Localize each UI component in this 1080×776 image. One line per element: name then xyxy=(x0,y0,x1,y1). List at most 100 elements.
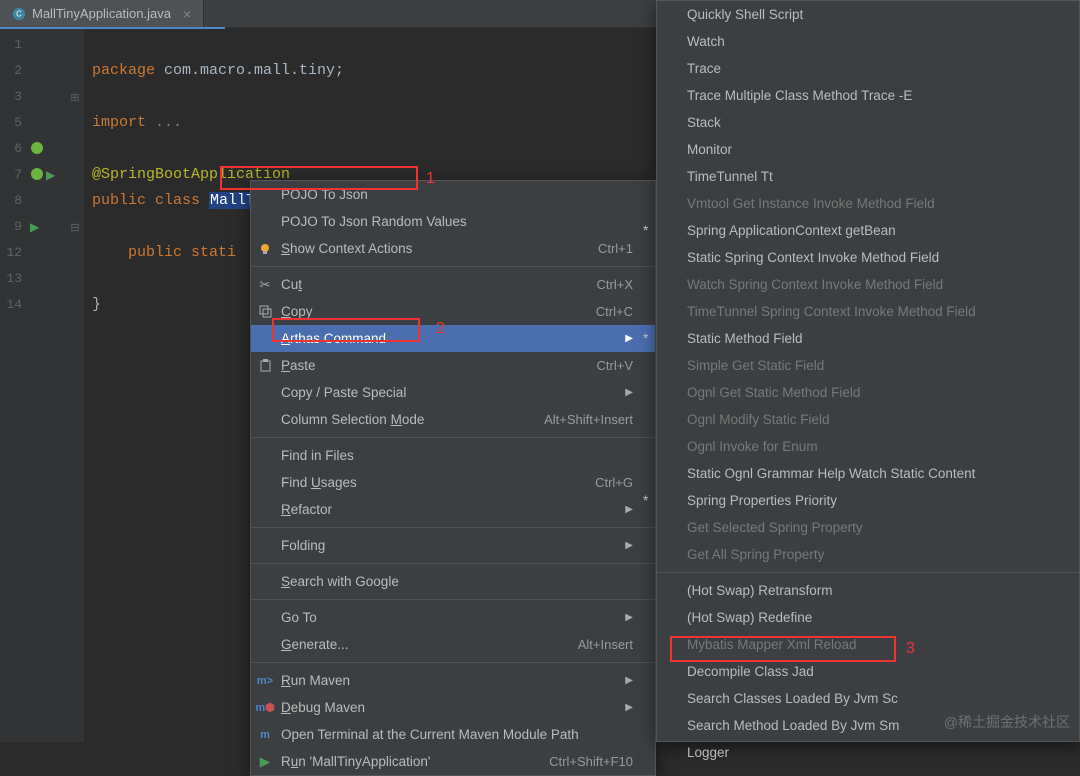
submenu-arrow-icon: ▶ xyxy=(625,702,633,713)
menu-item[interactable]: (Hot Swap) Retransform xyxy=(657,577,1079,604)
menu-item: Ognl Modify Static Field xyxy=(657,406,1079,433)
menu-item[interactable]: PasteCtrl+V xyxy=(251,352,655,379)
menu-item[interactable]: Quickly Shell Script xyxy=(657,1,1079,28)
menu-item[interactable]: Logger xyxy=(657,739,1079,766)
menu-item: Watch Spring Context Invoke Method Field xyxy=(657,271,1079,298)
menu-item-label: Spring ApplicationContext getBean xyxy=(687,223,1057,238)
menu-item-label: Spring Properties Priority xyxy=(687,493,1057,508)
menu-item[interactable]: Refactor▶ xyxy=(251,496,655,523)
menu-item[interactable]: Go To ▶ xyxy=(251,604,655,631)
menu-item: Get Selected Spring Property xyxy=(657,514,1079,541)
submenu-arrow-icon: ▶ xyxy=(625,675,633,686)
annotation-number-2: 2 xyxy=(436,320,445,338)
context-menu-main: POJO To JsonPOJO To Json Random ValuesSh… xyxy=(250,180,656,776)
menu-shortcut: Ctrl+C xyxy=(596,304,633,319)
menu-item: TimeTunnel Spring Context Invoke Method … xyxy=(657,298,1079,325)
close-tab-icon[interactable]: × xyxy=(183,6,191,22)
menu-item[interactable]: Folding▶ xyxy=(251,532,655,559)
submenu-arrow-icon: ▶ xyxy=(625,612,633,623)
menu-item[interactable]: POJO To Json Random Values xyxy=(251,208,655,235)
menu-item-label: TimeTunnel Tt xyxy=(687,169,1057,184)
menu-item[interactable]: Monitor xyxy=(657,136,1079,163)
menu-item[interactable]: *Spring ApplicationContext getBean xyxy=(657,217,1079,244)
code-line xyxy=(92,322,101,339)
spring-gutter-icon[interactable] xyxy=(30,167,44,184)
menu-item[interactable]: TimeTunnel Tt xyxy=(657,163,1079,190)
menu-item[interactable]: Copy / Paste Special▶ xyxy=(251,379,655,406)
menu-shortcut: Ctrl+Shift+F10 xyxy=(549,754,633,769)
menu-item[interactable]: Generate...Alt+Insert xyxy=(251,631,655,658)
menu-item[interactable]: Static Ognl Grammar Help Watch Static Co… xyxy=(657,460,1079,487)
menu-shortcut: Ctrl+G xyxy=(595,475,633,490)
menu-item-label: Watch xyxy=(687,34,1057,49)
paste-icon xyxy=(257,358,273,374)
menu-item[interactable]: Decompile Class Jad xyxy=(657,658,1079,685)
menu-item[interactable]: Trace xyxy=(657,55,1079,82)
annotation-box-2 xyxy=(272,318,420,342)
menu-item: Simple Get Static Field xyxy=(657,352,1079,379)
group-marker-icon: * xyxy=(643,493,648,508)
submenu-arrow-icon: ▶ xyxy=(625,333,633,344)
editor-tab[interactable]: C MallTinyApplication.java × xyxy=(0,0,204,27)
menu-item[interactable]: *Spring Properties Priority xyxy=(657,487,1079,514)
menu-item[interactable]: ✂CutCtrl+X xyxy=(251,271,655,298)
menu-item[interactable]: Show Context ActionsCtrl+1 xyxy=(251,235,655,262)
menu-item[interactable]: Search with Google xyxy=(251,568,655,595)
annotation-number-1: 1 xyxy=(426,170,435,188)
copy-icon xyxy=(257,304,273,320)
menu-item-label: (Hot Swap) Retransform xyxy=(687,583,1057,598)
menu-item[interactable]: Stack xyxy=(657,109,1079,136)
menu-item: Get All Spring Property xyxy=(657,541,1079,568)
menu-item-label: TimeTunnel Spring Context Invoke Method … xyxy=(687,304,1057,319)
menu-item[interactable]: m>Run Maven▶ xyxy=(251,667,655,694)
fold-toggle-icon[interactable]: ⊞ xyxy=(66,84,84,110)
fold-toggle-icon[interactable]: ⊟ xyxy=(66,214,84,240)
menu-item-label: Go To xyxy=(281,610,617,625)
menu-item-label: Quickly Shell Script xyxy=(687,7,1057,22)
menu-item-label: Folding xyxy=(281,538,617,553)
menu-item[interactable]: Column Selection ModeAlt+Shift+Insert xyxy=(251,406,655,433)
menu-item-label: Ognl Get Static Method Field xyxy=(687,385,1057,400)
menu-shortcut: Alt+Insert xyxy=(578,637,633,652)
menu-item[interactable]: (Hot Swap) Redefine xyxy=(657,604,1079,631)
code-line: } xyxy=(92,296,101,313)
gutter-icon-column: ▶ ▶ xyxy=(28,28,66,742)
tab-filename: MallTinyApplication.java xyxy=(32,6,171,21)
menu-separator xyxy=(657,572,1079,573)
menu-item[interactable]: Watch xyxy=(657,28,1079,55)
code-line xyxy=(92,88,101,105)
line-number-gutter: 123 567 8912 1314 xyxy=(0,28,28,742)
menu-item[interactable]: Trace Multiple Class Method Trace -E xyxy=(657,82,1079,109)
menu-shortcut: Ctrl+X xyxy=(597,277,633,292)
code-line xyxy=(92,270,101,287)
menu-item[interactable]: Search Classes Loaded By Jvm Sc xyxy=(657,685,1079,712)
menu-item-label: POJO To Json Random Values xyxy=(281,214,633,229)
maven-term-icon: m xyxy=(257,727,273,743)
menu-item[interactable]: mOpen Terminal at the Current Maven Modu… xyxy=(251,721,655,748)
run-gutter-icon[interactable]: ▶ xyxy=(46,168,55,182)
menu-item-label: Search Classes Loaded By Jvm Sc xyxy=(687,691,1057,706)
run-gutter-icon[interactable]: ▶ xyxy=(30,220,39,234)
menu-item[interactable]: m⬢Debug Maven▶ xyxy=(251,694,655,721)
menu-item-label: Search with Google xyxy=(281,574,633,589)
bulb-icon xyxy=(257,241,273,257)
menu-item[interactable]: Static Spring Context Invoke Method Fiel… xyxy=(657,244,1079,271)
context-menu-arthas-submenu: Quickly Shell Script Watch Trace Trace Mult… xyxy=(656,0,1080,742)
menu-item-label: Copy xyxy=(281,304,596,319)
menu-item-label: Refactor xyxy=(281,502,617,517)
menu-item[interactable]: Find in Files xyxy=(251,442,655,469)
spring-gutter-icon[interactable] xyxy=(30,141,44,158)
group-marker-icon: * xyxy=(643,223,648,238)
menu-item-label: Static Spring Context Invoke Method Fiel… xyxy=(687,250,1057,265)
menu-item[interactable]: ▶Run 'MallTinyApplication'Ctrl+Shift+F10 xyxy=(251,748,655,775)
menu-separator xyxy=(251,662,655,663)
svg-text:C: C xyxy=(16,9,22,18)
menu-item: Vmtool Get Instance Invoke Method Field xyxy=(657,190,1079,217)
menu-separator xyxy=(251,527,655,528)
menu-item[interactable]: Find UsagesCtrl+G xyxy=(251,469,655,496)
menu-item[interactable]: *Static Method Field xyxy=(657,325,1079,352)
menu-item-label: Debug Maven xyxy=(281,700,617,715)
code-line: public statis); xyxy=(92,244,236,261)
menu-separator xyxy=(251,563,655,564)
menu-item-label: Trace xyxy=(687,61,1057,76)
